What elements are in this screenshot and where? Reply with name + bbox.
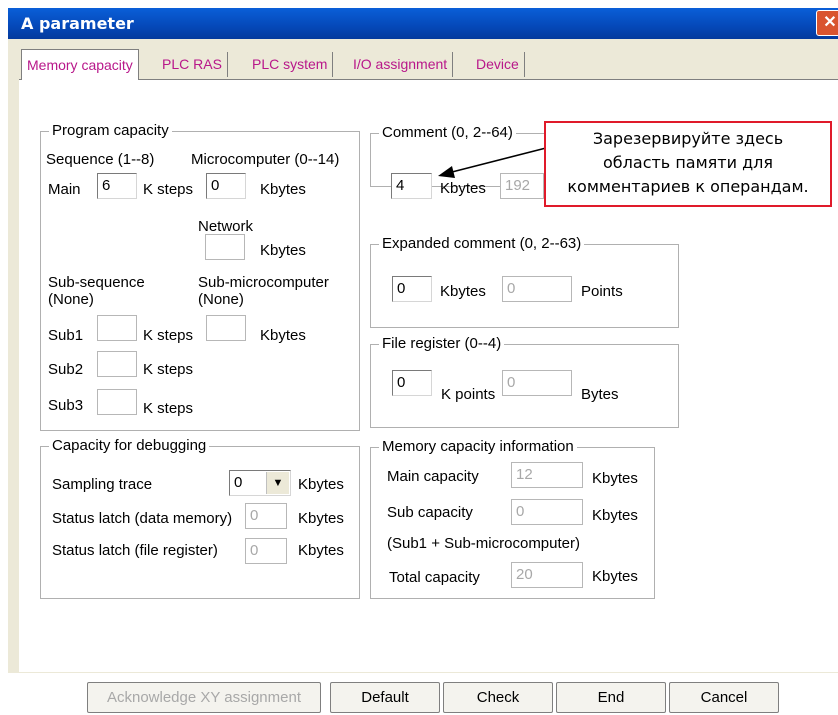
callout-arrow: [438, 147, 547, 178]
callout-line-2: область памяти для: [603, 153, 773, 172]
annotation-callout: Зарезервируйте здесь область памяти для …: [544, 121, 832, 207]
callout-arrowhead: [438, 166, 455, 178]
callout-line-3: комментариев к операндам.: [567, 177, 809, 196]
callout-arrow-line: [451, 147, 547, 173]
callout-line-1: Зарезервируйте здесь: [592, 129, 784, 148]
